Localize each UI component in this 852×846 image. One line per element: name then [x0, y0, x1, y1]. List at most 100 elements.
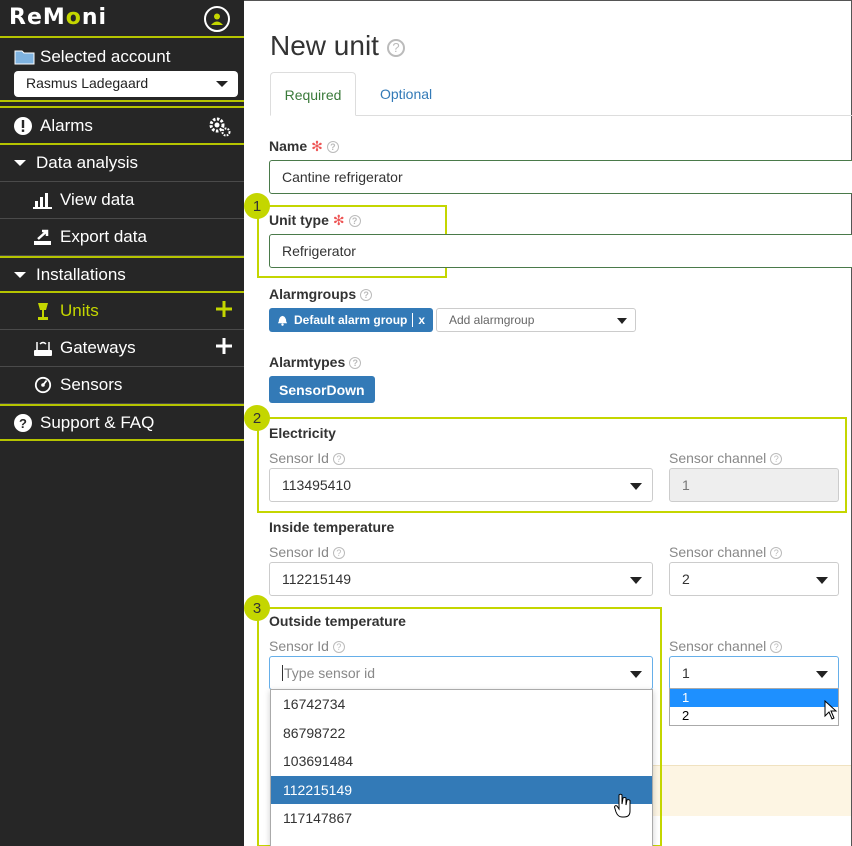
- remove-tag-button[interactable]: x: [412, 313, 425, 327]
- caret-down-icon: [14, 160, 26, 166]
- sidebar-item-alarms[interactable]: Alarms: [0, 108, 244, 145]
- help-icon[interactable]: ?: [349, 357, 362, 370]
- sidebar-item-label: Alarms: [40, 115, 93, 135]
- alarmtype-sensordown-button[interactable]: SensorDown: [269, 376, 375, 403]
- channel-option[interactable]: 2: [670, 707, 838, 725]
- gears-icon[interactable]: [208, 116, 232, 143]
- chevron-down-icon: [816, 577, 828, 584]
- sensor-option-highlighted[interactable]: 112215149: [271, 775, 652, 805]
- unit-type-input[interactable]: Refrigerator: [269, 234, 852, 268]
- sensor-option[interactable]: 103691484: [271, 747, 652, 776]
- remoni-logo[interactable]: ReMoni: [9, 5, 107, 30]
- help-icon[interactable]: ?: [770, 547, 783, 560]
- sidebar-item-support[interactable]: ? Support & FAQ: [0, 404, 244, 441]
- help-icon[interactable]: ?: [332, 453, 345, 466]
- sensor-id-label-text: Sensor Id: [269, 544, 329, 560]
- folder-icon: [14, 50, 35, 65]
- gauge-icon: [32, 374, 54, 396]
- outside-channel-label: Sensor channel?: [669, 638, 783, 654]
- sidebar-item-label: View data: [60, 190, 135, 209]
- logo-text-accent: o: [65, 5, 82, 30]
- inside-channel-select[interactable]: 2: [669, 562, 839, 596]
- sidebar-item-view-data[interactable]: View data: [0, 182, 244, 219]
- account-select[interactable]: Rasmus Ladegaard: [14, 71, 238, 97]
- logo-text-main: ReM: [9, 5, 66, 30]
- help-icon[interactable]: ?: [770, 453, 783, 466]
- sidebar-item-label: Units: [60, 301, 99, 320]
- required-asterisk-icon: ✻: [332, 212, 345, 228]
- step-badge-3: 3: [244, 595, 270, 621]
- sensor-option[interactable]: 16742734: [271, 690, 652, 719]
- name-label-text: Name: [269, 138, 308, 154]
- logo-text-end: ni: [81, 5, 108, 30]
- caret-down-icon: [14, 271, 26, 278]
- help-icon[interactable]: ?: [770, 641, 783, 654]
- name-input[interactable]: Cantine refrigerator: [269, 160, 852, 194]
- sidebar-item-installations[interactable]: Installations: [0, 256, 244, 293]
- help-icon[interactable]: ?: [332, 547, 345, 560]
- electricity-channel-label: Sensor channel?: [669, 450, 783, 466]
- channel-option[interactable]: 1: [670, 689, 838, 707]
- electricity-title: Electricity: [269, 425, 336, 441]
- outside-temperature-title: Outside temperature: [269, 613, 406, 629]
- sidebar-item-label: Installations: [36, 264, 126, 284]
- chevron-down-icon: [617, 318, 627, 324]
- electricity-sensor-select[interactable]: 113495410: [269, 468, 653, 502]
- sidebar-item-export-data[interactable]: Export data: [0, 219, 244, 256]
- add-gateway-plus-icon[interactable]: [216, 338, 232, 359]
- alarmgroups-label-text: Alarmgroups: [269, 286, 357, 302]
- chevron-down-icon: [816, 671, 828, 678]
- user-profile-button[interactable]: [204, 6, 230, 32]
- sidebar-item-label: Data analysis: [36, 153, 139, 172]
- account-header-label: Selected account: [40, 47, 171, 66]
- unit-type-label-text: Unit type: [269, 212, 329, 228]
- alert-icon: [12, 115, 34, 137]
- step-badge-1: 1: [244, 193, 270, 219]
- svg-text:?: ?: [19, 416, 27, 431]
- help-icon[interactable]: ?: [348, 215, 361, 228]
- sidebar-item-units[interactable]: Units: [0, 293, 244, 330]
- sidebar-item-label: Gateways: [60, 338, 136, 357]
- chevron-down-icon: [630, 671, 642, 678]
- tab-required[interactable]: Required: [270, 72, 356, 116]
- sensor-option[interactable]: 86798722: [271, 719, 652, 748]
- electricity-sensor-value: 113495410: [282, 477, 352, 493]
- help-icon[interactable]: ?: [326, 141, 339, 154]
- electricity-sensor-label: Sensor Id?: [269, 450, 345, 466]
- add-unit-plus-icon[interactable]: [216, 301, 232, 322]
- channel-dropdown-list: 1 2: [669, 688, 839, 726]
- sensor-id-label-text: Sensor Id: [269, 450, 329, 466]
- help-icon[interactable]: ?: [386, 38, 405, 57]
- alarmgroups-label: Alarmgroups?: [269, 286, 373, 302]
- sidebar-item-label: Sensors: [60, 375, 123, 394]
- account-section: Selected account Rasmus Ladegaard: [0, 38, 244, 102]
- sidebar: ReMoni Selected account Rasmus Ladegaard…: [0, 0, 244, 846]
- logo-bar: ReMoni: [0, 0, 244, 38]
- sidebar-item-sensors[interactable]: Sensors: [0, 367, 244, 404]
- chevron-down-icon: [630, 577, 642, 584]
- help-icon[interactable]: ?: [332, 641, 345, 654]
- chevron-down-icon: [630, 483, 642, 490]
- name-label: Name ✻?: [269, 138, 339, 155]
- inside-sensor-value: 112215149: [282, 571, 352, 587]
- outside-channel-select[interactable]: 1: [669, 656, 839, 690]
- inside-temperature-title: Inside temperature: [269, 519, 395, 535]
- bell-icon: [277, 315, 288, 326]
- add-alarmgroup-placeholder: Add alarmgroup: [449, 313, 535, 327]
- alarmgroup-tag[interactable]: Default alarm group x: [269, 308, 434, 332]
- sidebar-item-label: Export data: [60, 227, 147, 246]
- sidebar-item-data-analysis[interactable]: Data analysis: [0, 145, 244, 182]
- sensor-option[interactable]: 117147867: [271, 804, 652, 833]
- tab-bar: Required Optional: [270, 72, 852, 116]
- outside-sensor-search-input[interactable]: Type sensor id: [269, 656, 653, 690]
- router-icon: [32, 337, 54, 359]
- user-icon: [211, 13, 223, 25]
- tab-optional[interactable]: Optional: [380, 72, 432, 116]
- outside-sensor-label: Sensor Id?: [269, 638, 345, 654]
- add-alarmgroup-select[interactable]: Add alarmgroup: [436, 308, 636, 332]
- account-header: Selected account: [14, 47, 244, 67]
- inside-sensor-select[interactable]: 112215149: [269, 562, 653, 596]
- sensor-channel-label-text: Sensor channel: [669, 450, 767, 466]
- help-icon[interactable]: ?: [360, 289, 373, 302]
- sidebar-item-gateways[interactable]: Gateways: [0, 330, 244, 367]
